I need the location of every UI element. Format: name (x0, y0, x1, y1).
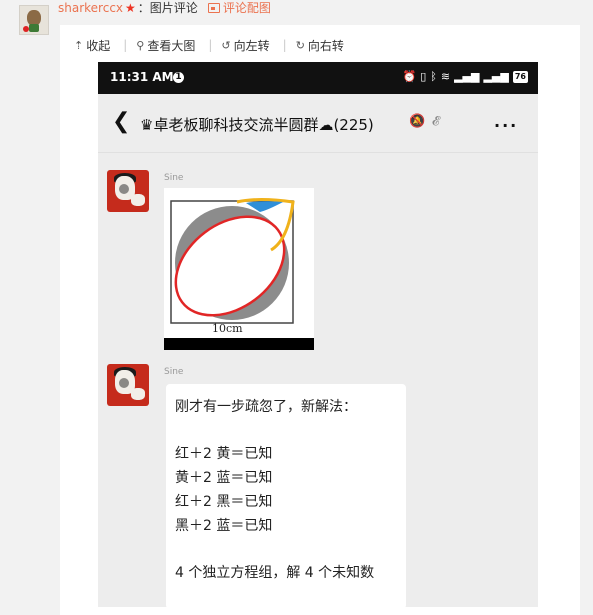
image-icon (207, 3, 220, 13)
post-header: sharkerccx ★ ：图片评论 评论配图 (58, 0, 271, 16)
message-line: 4 个独立方程组，解 4 个未知数 (175, 565, 375, 581)
chat-header: ❮ ♛卓老板聊科技交流半圆群☁(225) 🔕 𝓔 ... (98, 94, 538, 153)
chat-title: ♛卓老板聊科技交流半圆群☁(225) (140, 114, 374, 135)
collapse-label: 收起 (86, 39, 111, 53)
view-large-button[interactable]: ⚲ 查看大图 (136, 37, 195, 54)
avatar-hand (131, 388, 145, 400)
rotate-right-button[interactable]: ↻ 向右转 (296, 37, 344, 54)
image-bottom-bar (164, 338, 314, 350)
alarm-icon: ⏰ (402, 70, 417, 83)
arrow-up-icon: ⇡ (74, 39, 84, 52)
collapse-button[interactable]: ⇡ 收起 (74, 37, 110, 54)
image-message[interactable]: 10cm (164, 188, 314, 350)
rotate-right-icon: ↻ (295, 39, 305, 52)
rotate-left-icon: ↺ (221, 39, 231, 52)
star-icon: ★ (125, 1, 136, 15)
bluetooth-icon: ᛒ (430, 70, 437, 83)
rotate-right-label: 向右转 (307, 39, 344, 53)
back-icon[interactable]: ❮ (112, 110, 130, 134)
avatar-shadow (119, 184, 129, 194)
message-line: 刚才有一步疏忽了，新解法： (175, 399, 357, 415)
clock: 11:31 AM (110, 70, 174, 84)
wifi-icon: ≋ (440, 70, 451, 83)
phone-screenshot: 11:31 AM 1 ⏰ ▯ ᛒ ≋ ▂▄▆ ▂▄▆ 76 ❮ ♛卓老板聊科技交流半圆群☁(… (98, 62, 538, 607)
view-large-label: 查看大图 (147, 39, 196, 53)
separator: ： (137, 1, 150, 15)
dimension-label: 10cm (212, 322, 243, 335)
status-icons: ⏰ ▯ ᛒ ≋ ▂▄▆ ▂▄▆ 76 (398, 70, 528, 83)
earpiece-icon: 𝓔 (432, 114, 440, 129)
sender-name: Sine (164, 173, 184, 183)
geometry-diagram: 10cm (164, 188, 314, 350)
message-line: 黑＋2 蓝＝已知 (175, 518, 273, 534)
status-bar: 11:31 AM 1 ⏰ ▯ ᛒ ≋ ▂▄▆ ▂▄▆ 76 (98, 62, 538, 94)
avatar-shadow (119, 378, 129, 388)
rotate-left-button[interactable]: ↺ 向左转 (221, 37, 269, 54)
notification-badge: 1 (173, 72, 184, 83)
sender-avatar[interactable] (107, 364, 149, 406)
more-options-icon[interactable]: ... (494, 112, 518, 131)
group-name: ♛卓老板聊科技交流半圆群 (140, 116, 319, 134)
rotate-left-label: 向左转 (233, 39, 270, 53)
signal2-icon: ▂▄▆ (483, 70, 509, 83)
user-avatar[interactable] (19, 5, 49, 35)
signal-icon: ▂▄▆ (454, 70, 480, 83)
text-message-bubble[interactable]: 刚才有一步疏忽了，新解法： 红＋2 黄＝已知 黄＋2 蓝＝已知 红＋2 黑＝已知… (166, 384, 406, 607)
status-dot (23, 26, 29, 32)
message-line: 红＋2 黑＝已知 (175, 494, 273, 510)
bear-shirt (29, 24, 39, 32)
member-count: (225) (333, 116, 374, 134)
search-icon: ⚲ (136, 39, 145, 52)
message-line: 黄＋2 蓝＝已知 (175, 470, 273, 486)
username-link[interactable]: sharkerccx (58, 1, 123, 15)
section-label: 图片评论 (149, 1, 198, 15)
sender-avatar[interactable] (107, 170, 149, 212)
vibrate-icon: ▯ (420, 70, 427, 83)
toolbar-divider: | (208, 38, 213, 52)
avatar-hand (131, 194, 145, 206)
toolbar-divider: | (282, 38, 287, 52)
mute-icon: 🔕 (409, 114, 426, 129)
cloud-icon: ☁ (318, 116, 334, 134)
attachment-link[interactable]: 评论配图 (223, 1, 271, 15)
sender-name: Sine (164, 367, 184, 377)
message-line: 红＋2 黄＝已知 (175, 446, 273, 462)
battery-icon: 76 (512, 71, 528, 83)
toolbar-divider: | (123, 38, 128, 52)
image-toolbar: ⇡ 收起 | ⚲ 查看大图 | ↺ 向左转 | ↻ 向右转 (74, 37, 357, 54)
